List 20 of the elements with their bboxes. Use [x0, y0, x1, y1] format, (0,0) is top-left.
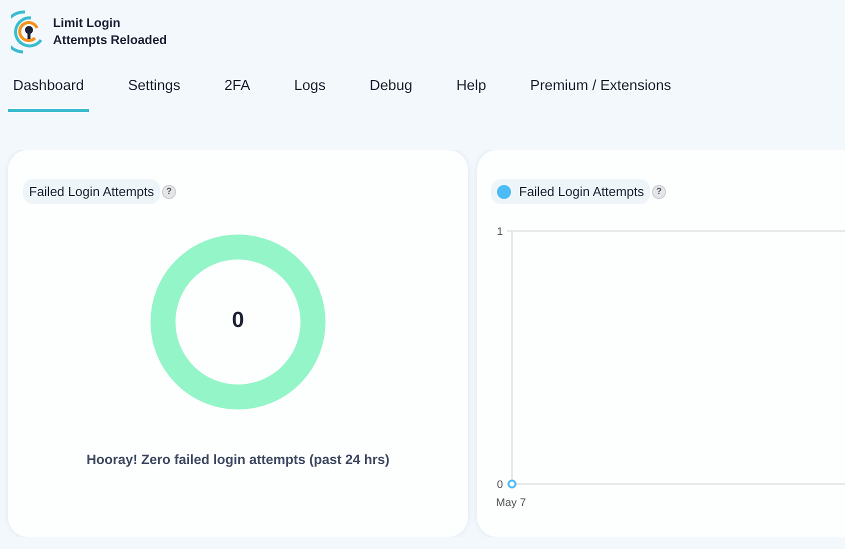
- help-icon[interactable]: ?: [162, 184, 176, 199]
- tab[interactable]: Help: [451, 72, 492, 112]
- count-value: 0: [230, 306, 246, 334]
- axis-tick-label: 0: [496, 479, 503, 492]
- tab[interactable]: Dashboard: [8, 72, 89, 112]
- tab[interactable]: Logs: [289, 72, 331, 112]
- label-pill: Failed Login Attempts: [23, 178, 160, 204]
- tab[interactable]: Premium / Extensions: [525, 72, 676, 112]
- help-icon[interactable]: ?: [652, 184, 666, 199]
- legend-label: Failed Login Attempts: [519, 182, 644, 201]
- logo-icon: [11, 10, 45, 54]
- axis-tick-label: 1: [496, 226, 503, 238]
- app-title: Limit Login: [53, 15, 122, 32]
- tab[interactable]: Debug: [364, 72, 418, 112]
- app-title: Attempts Reloaded: [53, 32, 167, 49]
- status-message: Hooray! Zero failed login attempts (past 24 hrs): [85, 451, 391, 470]
- tab[interactable]: Settings: [122, 72, 186, 112]
- tab[interactable]: 2FA: [219, 72, 256, 112]
- data-point: [508, 480, 516, 489]
- axis-tick-label: May 7: [496, 497, 526, 510]
